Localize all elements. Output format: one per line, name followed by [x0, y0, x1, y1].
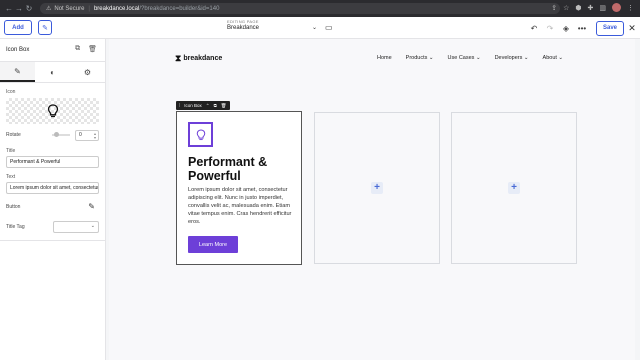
empty-column[interactable]: +: [314, 112, 440, 264]
menu-item-use-cases[interactable]: Use Cases ⌄: [448, 55, 481, 61]
icon-box-card[interactable]: Performant & Powerful Lorem ipsum dolor …: [176, 111, 302, 265]
gear-icon: ⚙: [83, 67, 92, 77]
kebab-menu-icon[interactable]: ⋮: [627, 4, 634, 12]
title-field[interactable]: Performant & Powerful: [6, 156, 99, 168]
title-tag-row: Title Tag ⌄: [0, 220, 105, 234]
add-button[interactable]: Add: [4, 20, 32, 35]
warning-icon: ⚠: [46, 6, 52, 12]
icon-box-icon: [188, 122, 213, 147]
save-button[interactable]: Save: [596, 20, 624, 36]
duplicate-icon[interactable]: ⧉: [214, 103, 217, 108]
icon-label: Icon: [6, 89, 16, 95]
rotate-input[interactable]: 0 ▴ ▾: [75, 130, 99, 141]
forward-icon[interactable]: →: [14, 4, 24, 13]
learn-more-button[interactable]: Learn More: [188, 236, 238, 253]
panel-title: Icon Box: [6, 47, 30, 53]
tab-settings[interactable]: ⚙: [70, 62, 105, 82]
title-label: Title: [6, 148, 16, 154]
editing-page-value: Breakdance: [227, 25, 260, 31]
tab-design[interactable]: ◐: [35, 62, 70, 82]
button-label: Button: [6, 204, 21, 210]
icon-box-text: Lorem ipsum dolor sit amet, consectetur …: [188, 187, 292, 225]
add-element-icon[interactable]: +: [508, 182, 520, 194]
button-row: Button ✎: [0, 200, 105, 214]
edit-pencil-button[interactable]: ✎: [38, 20, 52, 35]
title-tag-label: Title Tag: [6, 224, 25, 230]
security-label: Not Secure: [54, 5, 85, 12]
browser-chrome: ← → ↻ ⚠ Not Secure | breakdance.local /?…: [0, 0, 640, 17]
editing-page-selector[interactable]: EDITING PAGE Breakdance ⌄: [227, 19, 319, 36]
duplicate-icon[interactable]: ⧉: [75, 45, 80, 53]
text-field[interactable]: Lorem ipsum dolor sit amet, consectetur …: [6, 182, 99, 194]
spinner-icon[interactable]: ▴ ▾: [94, 132, 96, 140]
site-logo[interactable]: ⧗ breakdance: [175, 53, 222, 64]
sidebar-icon[interactable]: ▥: [599, 4, 606, 12]
reload-icon[interactable]: ↻: [24, 4, 34, 13]
menu-item-developers[interactable]: Developers ⌄: [495, 55, 529, 61]
profile-avatar[interactable]: [612, 3, 621, 12]
close-icon[interactable]: ✕: [624, 23, 640, 34]
properties-panel: Icon Box ⧉ 🗑 ✎ ◐ ⚙ Icon Rotate 0 ▴ ▾ Titl…: [0, 39, 106, 360]
menu-item-products[interactable]: Products ⌄: [406, 55, 434, 61]
menu-item-home[interactable]: Home: [377, 55, 392, 61]
logo-mark-icon: ⧗: [175, 53, 182, 63]
extension-icon[interactable]: ⬢: [575, 4, 581, 12]
chevron-down-icon: ⌄: [311, 25, 317, 31]
icon-box-title: Performant & Powerful: [188, 155, 268, 183]
edit-icon[interactable]: ✎: [88, 202, 95, 211]
logo-text: breakdance: [183, 55, 223, 62]
element-tag[interactable]: ⁞ Icon Box ⌃ ⧉ 🗑: [176, 101, 230, 110]
icon-picker[interactable]: [6, 98, 99, 124]
back-icon[interactable]: ←: [4, 4, 14, 13]
panel-tabs: ✎ ◐ ⚙: [0, 61, 105, 83]
drag-handle-icon[interactable]: ⁞: [179, 103, 180, 108]
divider: [0, 240, 105, 241]
rotate-row: Rotate 0 ▴ ▾: [0, 128, 105, 142]
editing-page-label: EDITING PAGE: [227, 19, 259, 24]
site-menu: Home Products ⌄ Use Cases ⌄ Developers ⌄…: [377, 55, 563, 61]
element-tag-label: Icon Box: [184, 103, 202, 108]
palette-icon: ◐: [50, 67, 55, 77]
rotate-label: Rotate: [6, 132, 21, 138]
menu-item-about[interactable]: About ⌄: [543, 55, 564, 61]
share-icon[interactable]: ⇪: [551, 4, 557, 12]
pencil-icon: ✎: [14, 66, 21, 76]
slider-knob[interactable]: [54, 132, 59, 137]
lightbulb-icon: [196, 128, 205, 140]
builder-toolbar: Add ✎ EDITING PAGE Breakdance ⌄ ▭ ↶ ↷ ◈ …: [0, 17, 640, 39]
chevron-down-icon: ⌄: [90, 223, 95, 229]
text-label: Text: [6, 174, 16, 180]
desktop-device-icon[interactable]: ▭: [325, 23, 333, 32]
builder-canvas: ⧗ breakdance Home Products ⌄ Use Cases ⌄…: [106, 39, 640, 360]
title-tag-select[interactable]: ⌄: [53, 221, 99, 233]
url-path: /?breakdance=builder&id=140: [139, 5, 220, 12]
rotate-value: 0: [79, 132, 82, 138]
more-icon[interactable]: •••: [574, 24, 590, 33]
redo-icon[interactable]: ↷: [542, 24, 558, 33]
layers-icon[interactable]: ◈: [558, 24, 574, 33]
trash-icon[interactable]: 🗑: [88, 45, 97, 53]
star-icon[interactable]: ☆: [563, 4, 569, 12]
add-element-icon[interactable]: +: [371, 182, 383, 194]
tab-content[interactable]: ✎: [0, 62, 35, 82]
puzzle-icon[interactable]: ✚: [588, 4, 594, 12]
empty-column[interactable]: +: [451, 112, 577, 264]
page-preview: ⧗ breakdance Home Products ⌄ Use Cases ⌄…: [109, 39, 635, 360]
pencil-icon: ✎: [42, 24, 48, 32]
url-divider: |: [88, 5, 90, 12]
rotate-slider[interactable]: [52, 132, 70, 137]
chevron-up-icon[interactable]: ⌃: [206, 103, 210, 109]
trash-icon[interactable]: 🗑: [221, 103, 227, 109]
address-bar[interactable]: ⚠ Not Secure | breakdance.local /?breakd…: [40, 3, 560, 14]
undo-icon[interactable]: ↶: [526, 24, 542, 33]
lightbulb-icon: [47, 104, 58, 118]
url-host: breakdance.local: [93, 5, 140, 12]
